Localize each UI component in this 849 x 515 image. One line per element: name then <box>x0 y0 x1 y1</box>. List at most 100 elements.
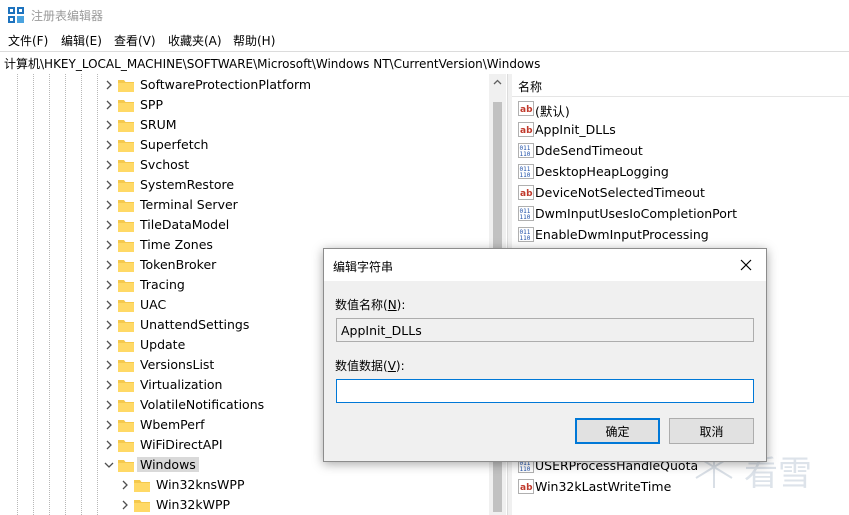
svg-text:110: 110 <box>520 172 531 179</box>
tree-item-label: UAC <box>140 297 167 312</box>
value-row[interactable]: ab DeviceNotSelectedTimeout <box>512 182 849 203</box>
tree-item[interactable]: Superfetch <box>0 135 400 155</box>
tree-item-label: SPP <box>140 97 164 112</box>
tree-item[interactable]: TileDataModel <box>0 215 400 235</box>
folder-icon <box>118 440 134 452</box>
registry-editor-icon <box>8 7 24 23</box>
chevron-right-icon[interactable] <box>103 379 115 391</box>
value-row[interactable]: ab (默认) <box>512 98 849 119</box>
menu-edit[interactable]: 编辑(E) <box>61 32 102 49</box>
svg-text:110: 110 <box>520 235 531 242</box>
chevron-down-icon[interactable] <box>103 459 115 471</box>
menu-help[interactable]: 帮助(H) <box>233 32 275 49</box>
chevron-right-icon[interactable] <box>103 79 115 91</box>
chevron-right-icon[interactable] <box>103 99 115 111</box>
string-value-icon: ab <box>518 479 534 494</box>
chevron-right-icon[interactable] <box>103 259 115 271</box>
window-titlebar: 注册表编辑器 <box>0 0 849 30</box>
address-path[interactable]: 计算机\HKEY_LOCAL_MACHINE\SOFTWARE\Microsof… <box>4 55 540 72</box>
chevron-right-icon[interactable] <box>103 179 115 191</box>
chevron-right-icon[interactable] <box>103 359 115 371</box>
value-row[interactable]: 011 110 DesktopHeapLogging <box>512 161 849 182</box>
chevron-right-icon[interactable] <box>103 199 115 211</box>
tree-item-label: SoftwareProtectionPlatform <box>140 77 312 92</box>
folder-icon <box>118 80 134 92</box>
scroll-up-arrow-icon[interactable] <box>489 74 506 91</box>
value-row[interactable]: 011 110 EnableDwmInputProcessing <box>512 224 849 245</box>
tree-item-label: Virtualization <box>140 377 223 392</box>
tree-item-label: Time Zones <box>140 237 213 252</box>
value-row[interactable]: 011 110 DdeSendTimeout <box>512 140 849 161</box>
tree-item-label: Windows <box>137 457 199 472</box>
tree-item[interactable]: SoftwareProtectionPlatform <box>0 75 400 95</box>
edit-string-dialog: 编辑字符串 数值名称(N): 数值数据(V): 确定 取消 <box>323 248 767 462</box>
tree-item[interactable]: Win32kWPP <box>0 495 400 515</box>
menu-favorites[interactable]: 收藏夹(A) <box>168 32 222 49</box>
folder-icon <box>118 420 134 432</box>
tree-item[interactable]: SPP <box>0 95 400 115</box>
value-name-label: DesktopHeapLogging <box>535 164 669 179</box>
chevron-right-icon[interactable] <box>103 119 115 131</box>
folder-icon <box>118 120 134 132</box>
menu-view[interactable]: 查看(V) <box>114 32 156 49</box>
column-header-name[interactable]: 名称 <box>512 74 849 97</box>
folder-icon <box>118 380 134 392</box>
value-name-label: DeviceNotSelectedTimeout <box>535 185 705 200</box>
value-data-label: 数值数据(V): <box>335 359 405 373</box>
svg-text:ab: ab <box>520 483 533 493</box>
tree-item-label: Svchost <box>140 157 190 172</box>
tree-item[interactable]: SystemRestore <box>0 175 400 195</box>
tree-item-label: Update <box>140 337 186 352</box>
tree-item[interactable]: Win32knsWPP <box>0 475 400 495</box>
tree-item[interactable]: Terminal Server <box>0 195 400 215</box>
folder-icon <box>118 200 134 212</box>
folder-icon <box>118 240 134 252</box>
tree-item-label: Win32kWPP <box>156 497 231 512</box>
chevron-right-icon[interactable] <box>103 439 115 451</box>
tree-item-label: Win32knsWPP <box>156 477 245 492</box>
folder-icon <box>118 160 134 172</box>
tree-item[interactable]: SRUM <box>0 115 400 135</box>
svg-text:110: 110 <box>520 151 531 158</box>
folder-icon <box>134 480 150 492</box>
tree-item-label: VolatileNotifications <box>140 397 265 412</box>
value-name-label: DwmInputUsesIoCompletionPort <box>535 206 737 221</box>
chevron-right-icon[interactable] <box>103 299 115 311</box>
value-row[interactable]: 011 110 DwmInputUsesIoCompletionPort <box>512 203 849 224</box>
value-data-input[interactable] <box>336 379 754 403</box>
chevron-right-icon[interactable] <box>103 399 115 411</box>
tree-item-label: SRUM <box>140 117 177 132</box>
chevron-right-icon[interactable] <box>103 239 115 251</box>
chevron-right-icon[interactable] <box>103 339 115 351</box>
tree-item-label: SystemRestore <box>140 177 235 192</box>
folder-icon <box>118 340 134 352</box>
chevron-right-icon[interactable] <box>103 159 115 171</box>
tree-item[interactable]: Svchost <box>0 155 400 175</box>
binary-value-icon: 011110 <box>518 164 534 179</box>
folder-icon <box>118 220 134 232</box>
folder-icon <box>118 100 134 112</box>
chevron-right-icon[interactable] <box>119 499 131 511</box>
value-name-label: 数值名称(N): <box>335 298 406 312</box>
string-value-icon: ab <box>518 101 534 116</box>
string-value-icon: ab <box>518 185 534 200</box>
ok-button[interactable]: 确定 <box>575 418 660 444</box>
binary-value-icon: 011110 <box>518 227 534 242</box>
cancel-button[interactable]: 取消 <box>669 418 754 444</box>
close-icon[interactable] <box>738 257 754 273</box>
chevron-right-icon[interactable] <box>103 219 115 231</box>
menu-file[interactable]: 文件(F) <box>8 32 48 49</box>
folder-icon <box>118 360 134 372</box>
chevron-right-icon[interactable] <box>103 319 115 331</box>
chevron-right-icon[interactable] <box>103 419 115 431</box>
value-name-label: AppInit_DLLs <box>535 122 616 137</box>
svg-text:ab: ab <box>520 189 533 199</box>
chevron-right-icon[interactable] <box>119 479 131 491</box>
svg-text:110: 110 <box>520 466 531 473</box>
chevron-right-icon[interactable] <box>103 279 115 291</box>
address-bar[interactable]: 计算机\HKEY_LOCAL_MACHINE\SOFTWARE\Microsof… <box>0 51 849 75</box>
tree-item-label: TileDataModel <box>140 217 230 232</box>
folder-icon <box>118 460 134 472</box>
chevron-right-icon[interactable] <box>103 139 115 151</box>
value-row[interactable]: ab AppInit_DLLs <box>512 119 849 140</box>
